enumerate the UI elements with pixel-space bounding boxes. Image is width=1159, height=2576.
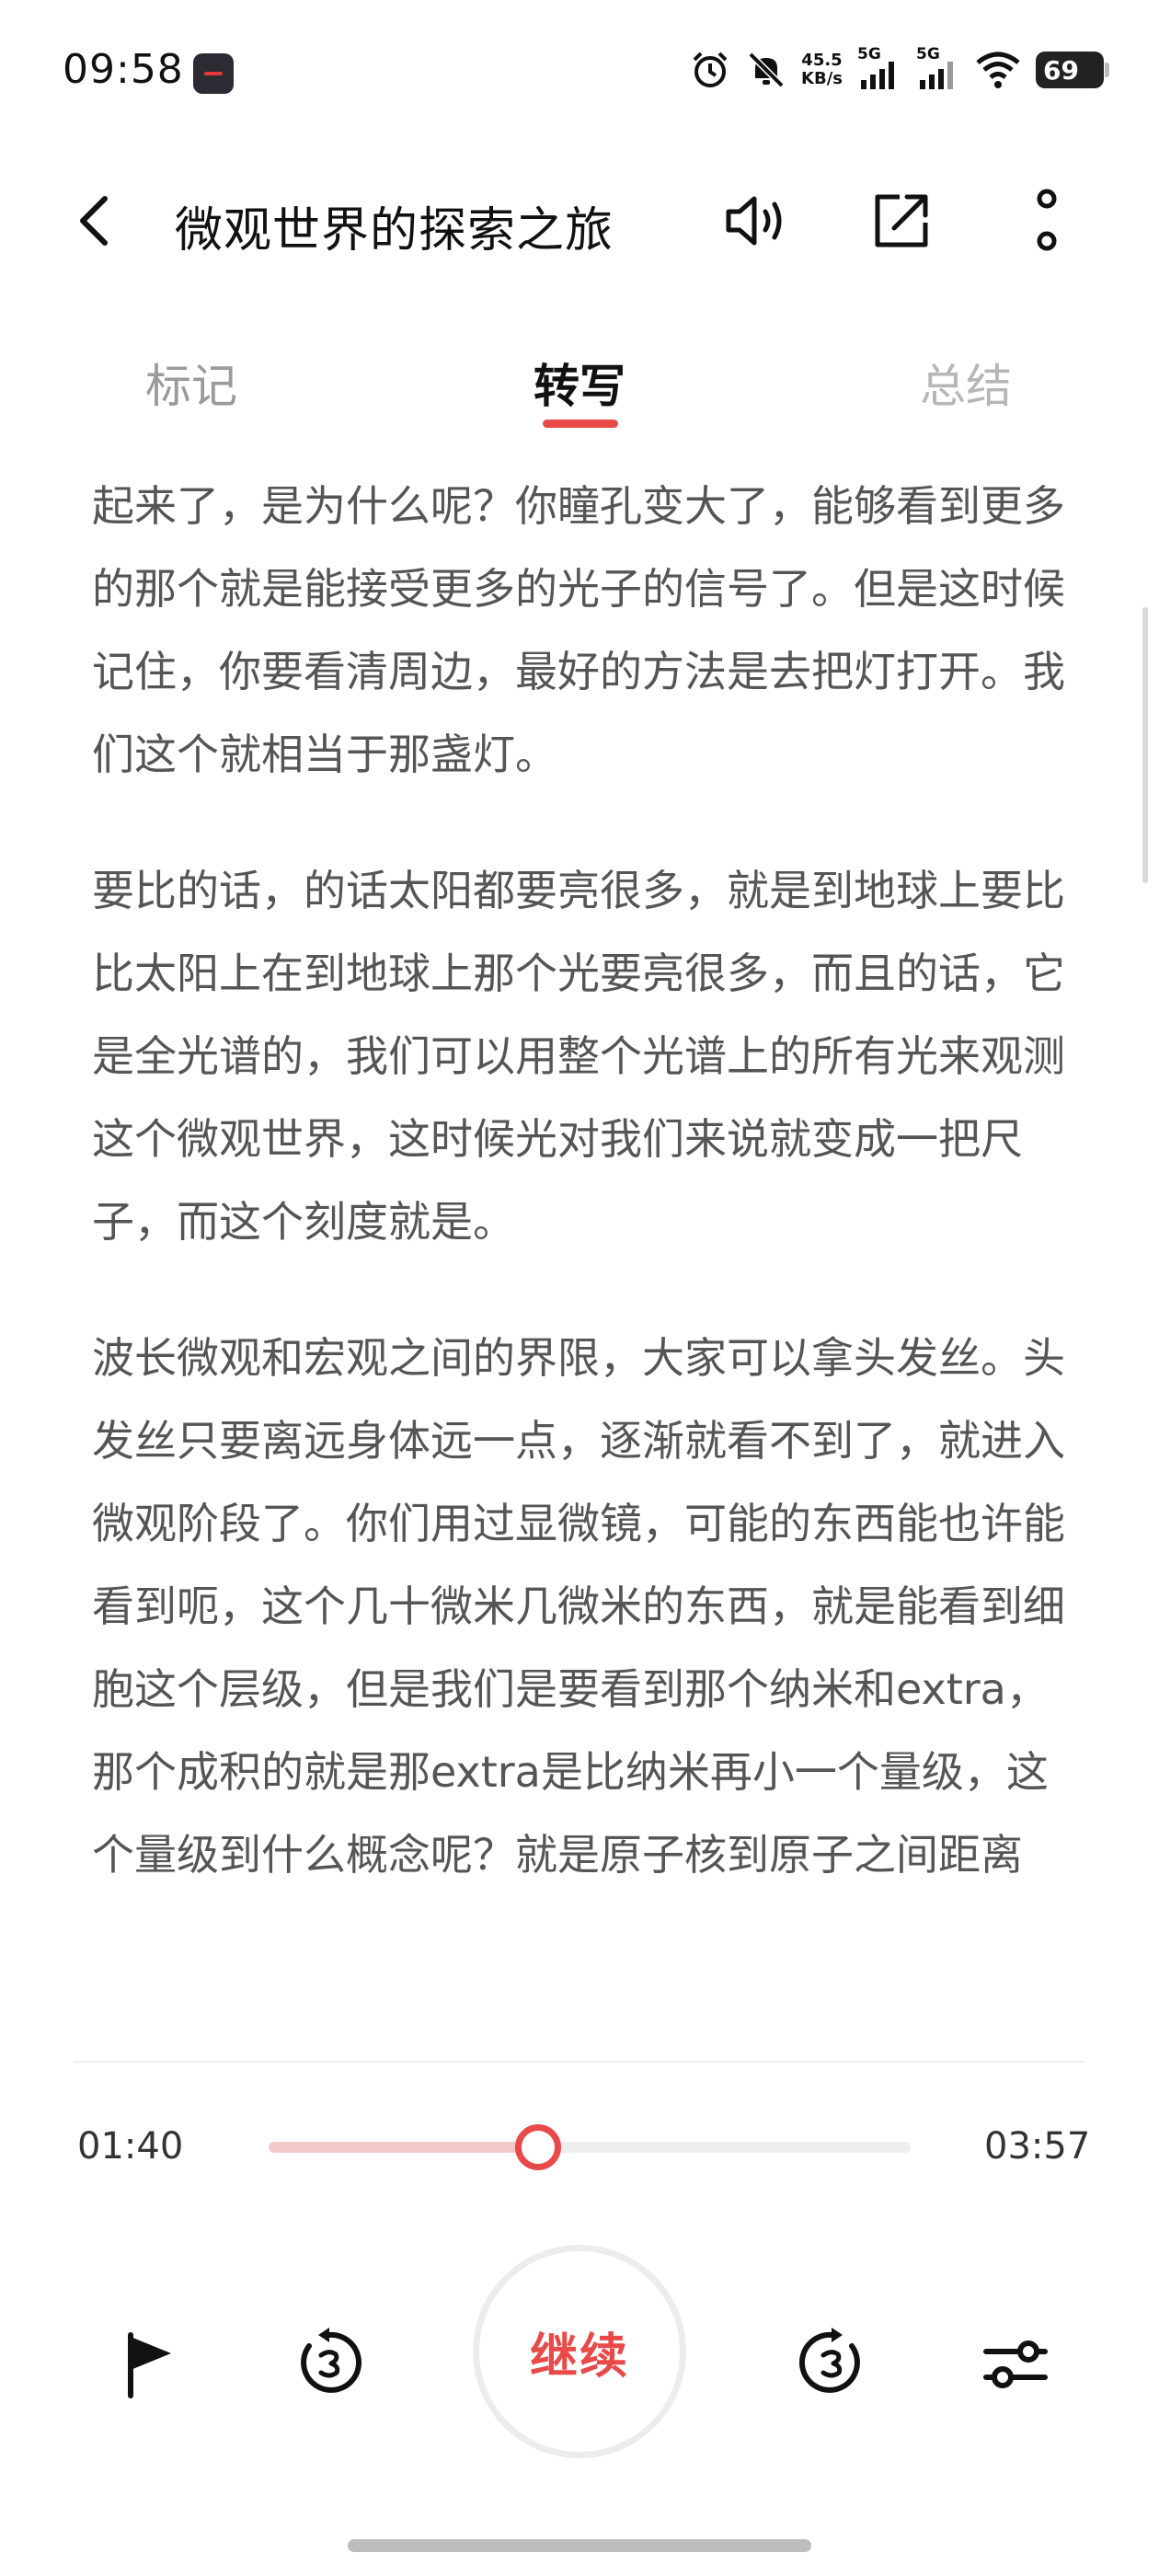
flag-icon	[128, 2332, 171, 2398]
scrollbar[interactable]	[1142, 607, 1148, 883]
alarm-icon	[689, 49, 731, 91]
speaker-button[interactable]	[719, 186, 793, 256]
progress-thumb[interactable]	[515, 2124, 562, 2170]
status-icons: 45.5 KB/s 5G 5G 69	[689, 44, 1109, 96]
transcript-paragraph: 要比的话，的话太阳都要亮很多，就是到地球上要比比太阳上在到地球上那个光要亮很多，…	[92, 866, 1065, 1247]
speaker-icon	[726, 196, 782, 246]
share-icon	[875, 194, 928, 247]
tab-marks[interactable]: 标记	[145, 350, 237, 416]
add-mark-button[interactable]	[120, 2328, 184, 2401]
battery-level: 69	[1043, 54, 1079, 86]
battery-icon: 69	[1036, 52, 1109, 88]
playback-settings-button[interactable]	[981, 2329, 1050, 2399]
more-icon	[1037, 189, 1057, 251]
back-button[interactable]	[64, 186, 129, 256]
current-time: 01:40	[77, 2125, 184, 2168]
sim2-label: 5G	[916, 45, 940, 63]
net-speed-value: 45.5	[801, 51, 843, 70]
sim1-label: 5G	[857, 45, 881, 63]
tab-transcript[interactable]: 转写	[534, 350, 625, 416]
tab-summary[interactable]: 总结	[920, 350, 1012, 416]
home-indicator[interactable]	[348, 2539, 811, 2552]
playback-controls: 继续	[0, 2245, 1159, 2466]
transcript-body[interactable]: 起来了，是为什么呢？你瞳孔变大了，能够看到更多的那个就是能接受更多的光子的信号了…	[92, 465, 1081, 2061]
total-time: 03:57	[984, 2125, 1091, 2168]
transcript-fade	[0, 2001, 1159, 2065]
status-time: 09:58	[63, 46, 184, 93]
signal-icon: 5G	[916, 45, 960, 91]
page-title: 微观世界的探索之旅	[175, 203, 614, 259]
header: 微观世界的探索之旅	[0, 166, 1159, 276]
net-speed-unit: KB/s	[801, 69, 843, 88]
tab-bar: 标记 转写 总结	[0, 340, 1159, 432]
more-button[interactable]	[1021, 186, 1073, 256]
resume-label: 继续	[529, 2329, 629, 2385]
progress-bar[interactable]	[269, 2142, 911, 2153]
divider	[74, 2061, 1085, 2063]
forward-3s-button[interactable]	[795, 2326, 868, 2399]
forward-3s-icon	[798, 2328, 860, 2393]
resume-button[interactable]: 继续	[473, 2245, 686, 2458]
transcript-paragraph: 波长微观和宏观之间的界限，大家可以拿头发丝。头发丝只要离远身体远一点，逐渐就看不…	[92, 1333, 1065, 1880]
recorder-app-icon	[193, 53, 234, 94]
signal-icon: 5G	[857, 45, 901, 91]
back-icon	[80, 196, 108, 246]
settings-sliders-icon	[983, 2340, 1048, 2388]
status-bar: 09:58 45.5 KB/s 5G 5G 69	[0, 0, 1159, 138]
net-speed: 45.5 KB/s	[801, 52, 843, 88]
active-tab-indicator	[543, 420, 618, 428]
transcript-paragraph: 起来了，是为什么呢？你瞳孔变大了，能够看到更多的那个就是能接受更多的光子的信号了…	[92, 481, 1065, 779]
progress-fill	[269, 2142, 539, 2153]
rewind-3s-button[interactable]	[293, 2326, 366, 2399]
rewind-3s-icon	[301, 2328, 362, 2393]
mute-icon	[746, 50, 786, 90]
share-button[interactable]	[866, 186, 936, 256]
wifi-icon	[975, 50, 1021, 90]
